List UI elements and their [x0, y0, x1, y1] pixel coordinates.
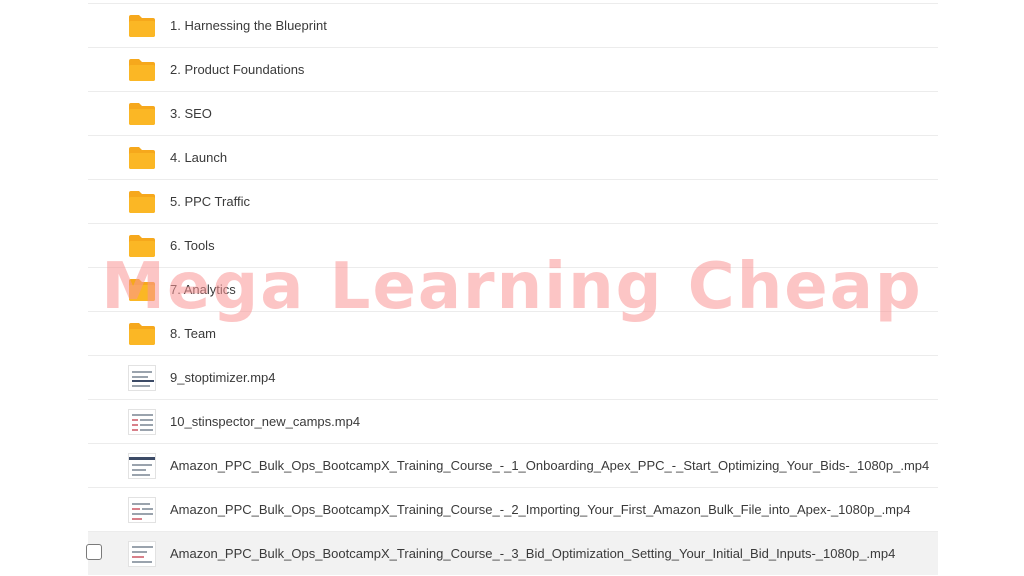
folder-row[interactable]: 1. Harnessing the Blueprint	[88, 3, 938, 47]
video-thumbnail-icon	[128, 453, 156, 479]
folder-icon	[129, 103, 155, 125]
video-thumbnail-icon	[128, 541, 156, 567]
video-row[interactable]: Amazon_PPC_Bulk_Ops_BootcampX_Training_C…	[88, 443, 938, 487]
folder-row[interactable]: 2. Product Foundations	[88, 47, 938, 91]
video-row[interactable]: 9_stoptimizer.mp4	[88, 355, 938, 399]
file-name[interactable]: 7. Analytics	[170, 268, 236, 312]
folder-icon	[129, 323, 155, 345]
file-name[interactable]: 6. Tools	[170, 224, 215, 268]
file-name[interactable]: 4. Launch	[170, 136, 227, 180]
folder-icon	[129, 235, 155, 257]
folder-row[interactable]: 4. Launch	[88, 135, 938, 179]
folder-row[interactable]: 6. Tools	[88, 223, 938, 267]
folder-row[interactable]: 8. Team	[88, 311, 938, 355]
video-row[interactable]: Amazon_PPC_Bulk_Ops_BootcampX_Training_C…	[86, 531, 938, 576]
file-name[interactable]: 5. PPC Traffic	[170, 180, 250, 224]
folder-row[interactable]: 3. SEO	[88, 91, 938, 135]
folder-row[interactable]: 5. PPC Traffic	[88, 179, 938, 223]
file-name[interactable]: Amazon_PPC_Bulk_Ops_BootcampX_Training_C…	[170, 488, 910, 532]
folder-row[interactable]: 7. Analytics	[88, 267, 938, 311]
video-thumbnail-icon	[128, 409, 156, 435]
folder-icon	[129, 147, 155, 169]
folder-icon	[129, 15, 155, 37]
file-name[interactable]: 3. SEO	[170, 92, 212, 136]
folder-icon	[129, 279, 155, 301]
folder-icon	[129, 59, 155, 81]
file-name[interactable]: 8. Team	[170, 312, 216, 356]
video-row[interactable]: Amazon_PPC_Bulk_Ops_BootcampX_Training_C…	[88, 487, 938, 531]
video-row[interactable]: 10_stinspector_new_camps.mp4	[88, 399, 938, 443]
folder-icon	[129, 191, 155, 213]
video-thumbnail-icon	[128, 497, 156, 523]
file-name[interactable]: Amazon_PPC_Bulk_Ops_BootcampX_Training_C…	[170, 444, 929, 488]
row-select-checkbox[interactable]	[86, 544, 102, 560]
file-name[interactable]: 2. Product Foundations	[170, 48, 304, 92]
file-name[interactable]: 10_stinspector_new_camps.mp4	[170, 400, 360, 444]
file-name[interactable]: 9_stoptimizer.mp4	[170, 356, 276, 400]
file-name[interactable]: 1. Harnessing the Blueprint	[170, 4, 327, 48]
video-thumbnail-icon	[128, 365, 156, 391]
file-list: 1. Harnessing the Blueprint 2. Product F…	[86, 3, 938, 576]
file-name[interactable]: Amazon_PPC_Bulk_Ops_BootcampX_Training_C…	[170, 532, 895, 576]
